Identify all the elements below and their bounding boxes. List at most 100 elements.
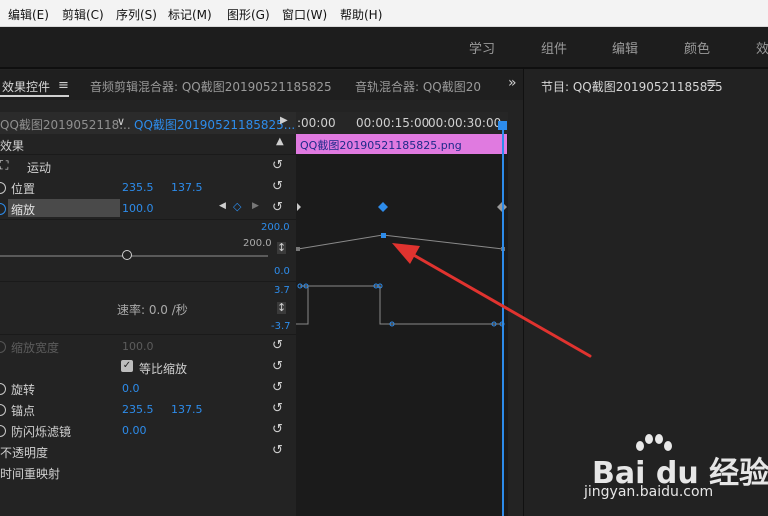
- menu-bar: 编辑(E) 剪辑(C) 序列(S) 标记(M) 图形(G) 窗口(W) 帮助(H…: [0, 0, 768, 27]
- reset-icon[interactable]: ↺: [272, 444, 286, 458]
- velocity-curve: [300, 285, 503, 325]
- stopwatch-icon[interactable]: [0, 182, 6, 194]
- stopwatch-icon[interactable]: [0, 203, 6, 215]
- uniform-scale-label: 等比缩放: [139, 362, 188, 376]
- reset-icon[interactable]: ↺: [272, 339, 286, 353]
- reset-icon[interactable]: ↺: [272, 360, 286, 374]
- graph-point-selected: [381, 233, 386, 238]
- watermark-url: jingyan.baidu.com: [584, 484, 714, 500]
- workspace-tab-color[interactable]: 颜色: [684, 38, 710, 57]
- menu-clip[interactable]: 剪辑(C): [62, 6, 104, 23]
- prev-keyframe-icon[interactable]: ◀: [219, 201, 226, 211]
- stopwatch-icon[interactable]: [0, 425, 6, 437]
- uniform-scale-checkbox[interactable]: ✓: [121, 360, 133, 372]
- keyframe-marker-selected: [378, 202, 388, 212]
- menu-graphics[interactable]: 图形(G): [227, 6, 270, 23]
- reset-icon[interactable]: ↺: [272, 159, 286, 173]
- uniform-scale-row: ✓ 等比缩放 ↺: [0, 357, 295, 378]
- playhead[interactable]: [502, 124, 504, 516]
- opacity-row[interactable]: 不透明度 ↺: [0, 441, 295, 462]
- velocity-curve: [296, 285, 309, 325]
- stopwatch-icon[interactable]: [0, 383, 6, 395]
- time-remap-label: 时间重映射: [0, 467, 61, 481]
- ruler-tick-label: 00:00:15:00: [356, 116, 430, 130]
- scale-width-row: 缩放宽度 100.0 ↺: [0, 336, 295, 357]
- section-label: 效果: [0, 139, 25, 153]
- menu-edit[interactable]: 编辑(E): [8, 6, 49, 23]
- divider: [0, 154, 296, 155]
- graph-point: [296, 247, 300, 251]
- workspace-tab-assembly[interactable]: 组件: [541, 38, 567, 57]
- scale-graph-icon[interactable]: ↕: [277, 242, 287, 254]
- workspace-tab-effects[interactable]: 效: [756, 38, 768, 57]
- reset-icon[interactable]: ↺: [272, 180, 286, 194]
- timeline-ruler[interactable]: :00:00 00:00:15:00 00:00:30:00: [296, 112, 508, 134]
- rotation-label: 旋转: [11, 383, 36, 397]
- next-keyframe-icon[interactable]: ▶: [252, 201, 259, 211]
- velocity-max-value: 3.7: [274, 285, 290, 296]
- rotation-value[interactable]: 0.0: [122, 382, 140, 395]
- scale-width-value: 100.0: [122, 340, 154, 353]
- stopwatch-icon[interactable]: [0, 404, 6, 416]
- active-tab-underline: [0, 95, 69, 97]
- expand-tabs-icon[interactable]: »: [508, 75, 517, 91]
- program-title[interactable]: 节目: QQ截图20190521185825: [541, 78, 723, 95]
- value-slider-track[interactable]: [0, 255, 268, 257]
- collapse-up-icon[interactable]: ▲: [276, 136, 284, 147]
- antiflicker-value[interactable]: 0.00: [122, 424, 147, 437]
- add-keyframe-icon[interactable]: ◇: [233, 200, 241, 213]
- scale-value[interactable]: 100.0: [122, 202, 154, 215]
- reset-icon[interactable]: ↺: [272, 201, 286, 215]
- keyframe-graphs[interactable]: [296, 154, 508, 516]
- chevron-down-icon[interactable]: ∨: [117, 115, 125, 128]
- time-remap-row[interactable]: 时间重映射: [0, 462, 295, 483]
- position-label: 位置: [11, 182, 36, 196]
- motion-row: ⛶ 运动 ↺: [0, 156, 295, 177]
- velocity-min-value: -3.7: [271, 321, 291, 332]
- scale-label: 缩放: [11, 203, 36, 217]
- playhead-handle[interactable]: [498, 121, 507, 130]
- tab-audio-clip-mixer[interactable]: 音频剪辑混合器: QQ截图20190521185825: [90, 78, 332, 95]
- value-slider-thumb[interactable]: [122, 250, 132, 260]
- workspace-tab-editing[interactable]: 编辑: [612, 38, 638, 57]
- menu-window[interactable]: 窗口(W): [282, 6, 327, 23]
- scale-row: 缩放 100.0 ◀ ◇ ▶ ↺: [0, 198, 295, 219]
- divider: [0, 219, 296, 220]
- workspace-bar: [0, 27, 768, 67]
- motion-label: 运动: [27, 161, 52, 175]
- menu-help[interactable]: 帮助(H): [340, 6, 382, 23]
- reset-icon[interactable]: ↺: [272, 381, 286, 395]
- reset-icon[interactable]: ↺: [272, 402, 286, 416]
- clip-name: QQ截图20190521185825.png: [300, 139, 462, 152]
- position-y-value[interactable]: 137.5: [171, 181, 203, 194]
- source-selector-bar: QQ截图2019052118... ∨ QQ截图20190521185825..…: [0, 112, 296, 134]
- graph-max-value: 200.0: [261, 222, 290, 233]
- tab-effect-controls[interactable]: 效果控件: [2, 78, 50, 95]
- master-clip-name[interactable]: QQ截图2019052118...: [0, 116, 131, 133]
- play-triangle-icon[interactable]: ▶: [280, 115, 288, 126]
- panel-tab-bar: 效果控件 ≡ 音频剪辑混合器: QQ截图20190521185825 音轨混合器…: [0, 70, 523, 100]
- scale-graph-icon[interactable]: ↕: [277, 302, 287, 314]
- clip-bar[interactable]: QQ截图20190521185825.png: [296, 134, 507, 154]
- rotation-row: 旋转 0.0 ↺: [0, 378, 295, 399]
- anchor-x-value[interactable]: 235.5: [122, 403, 154, 416]
- position-x-value[interactable]: 235.5: [122, 181, 154, 194]
- effects-section-header: 效果 ▲: [0, 134, 295, 155]
- hamburger-icon[interactable]: ≡: [706, 76, 717, 91]
- divider: [0, 281, 296, 282]
- transform-box-icon: ⛶: [0, 158, 9, 172]
- tab-audio-track-mixer[interactable]: 音轨混合器: QQ截图20: [355, 78, 485, 95]
- anchor-y-value[interactable]: 137.5: [171, 403, 203, 416]
- reset-icon[interactable]: ↺: [272, 423, 286, 437]
- menu-marker[interactable]: 标记(M): [168, 6, 212, 23]
- graph-current-value: 200.0: [243, 238, 272, 249]
- anchor-row: 锚点 235.5 137.5 ↺: [0, 399, 295, 420]
- menu-sequence[interactable]: 序列(S): [116, 6, 157, 23]
- opacity-label: 不透明度: [0, 446, 49, 460]
- scale-width-label: 缩放宽度: [11, 341, 60, 355]
- workspace-tab-learn[interactable]: 学习: [469, 38, 495, 57]
- antiflicker-row: 防闪烁滤镜 0.00 ↺: [0, 420, 295, 441]
- sequence-clip-name[interactable]: QQ截图20190521185825...: [134, 116, 295, 133]
- value-curve: [297, 234, 504, 250]
- panel-menu-icon[interactable]: ≡: [58, 78, 69, 93]
